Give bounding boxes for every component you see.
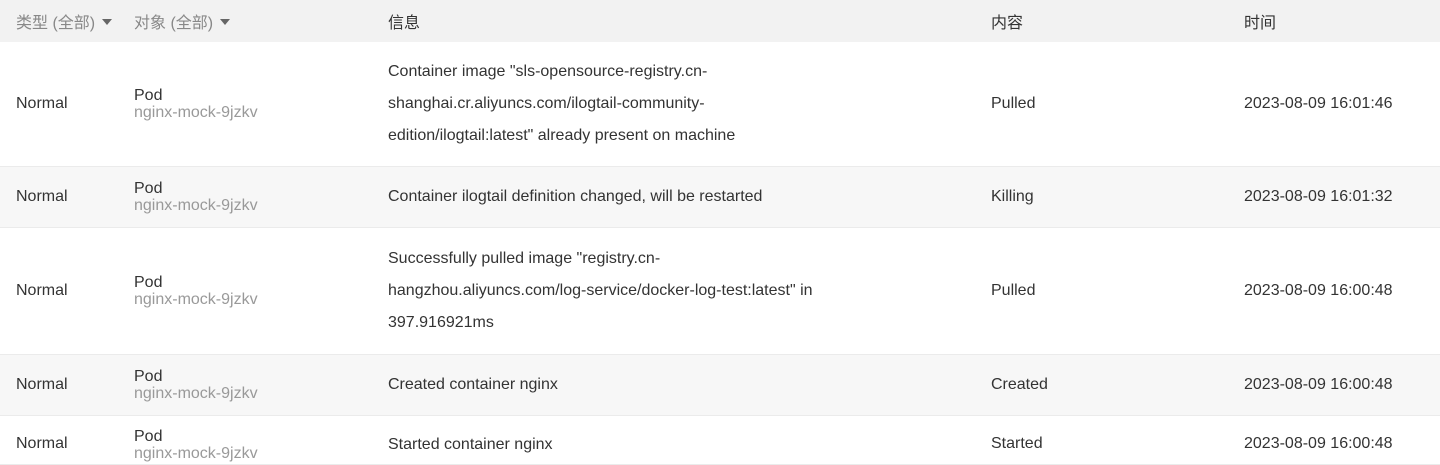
info-header: 信息 — [386, 9, 975, 33]
table-header: 类型 (全部) 对象 (全部) 信息 内容 时间 — [0, 0, 1440, 42]
event-type: Normal — [16, 435, 68, 452]
table-row: Normal Pod nginx-mock-9jzkv Created cont… — [0, 355, 1440, 416]
event-type: Normal — [16, 95, 68, 112]
event-object: Pod nginx-mock-9jzkv — [134, 87, 386, 121]
info-line: Created container nginx — [388, 376, 558, 393]
event-object: Pod nginx-mock-9jzkv — [134, 368, 386, 402]
type-filter-header[interactable]: 类型 (全部) — [0, 9, 134, 33]
event-info: Container ilogtail definition changed, w… — [386, 181, 975, 213]
event-time: 2023-08-09 16:00:48 — [1244, 435, 1393, 452]
event-info: Started container nginx — [386, 428, 975, 455]
event-info: Container image "sls-opensource-registry… — [386, 56, 975, 152]
event-content: Killing — [991, 188, 1034, 205]
event-type: Normal — [16, 188, 68, 205]
table-row: Normal Pod nginx-mock-9jzkv Container im… — [0, 42, 1440, 167]
table-row: Normal Pod nginx-mock-9jzkv Successfully… — [0, 228, 1440, 355]
info-line: hangzhou.aliyuncs.com/log-service/docker… — [388, 282, 813, 299]
event-time: 2023-08-09 16:00:48 — [1244, 282, 1393, 299]
content-header-label: 内容 — [991, 15, 1024, 32]
event-content: Pulled — [991, 282, 1036, 299]
time-header-label: 时间 — [1244, 15, 1277, 32]
info-line: 397.916921ms — [388, 314, 494, 331]
object-header-label: 对象 (全部) — [134, 15, 214, 32]
object-kind: Pod — [134, 428, 163, 445]
info-line: shanghai.cr.aliyuncs.com/ilogtail-commun… — [388, 95, 705, 112]
object-kind: Pod — [134, 87, 163, 104]
event-object: Pod nginx-mock-9jzkv — [134, 180, 386, 214]
object-kind: Pod — [134, 274, 163, 291]
info-line: Container ilogtail definition changed, w… — [388, 188, 763, 205]
event-time: 2023-08-09 16:01:32 — [1244, 188, 1393, 205]
info-line: Container image "sls-opensource-registry… — [388, 63, 708, 80]
events-table: 类型 (全部) 对象 (全部) 信息 内容 时间 Normal Pod ngin… — [0, 0, 1440, 465]
table-row: Normal Pod nginx-mock-9jzkv Started cont… — [0, 416, 1440, 465]
object-name: nginx-mock-9jzkv — [134, 197, 258, 214]
object-filter-header[interactable]: 对象 (全部) — [134, 9, 386, 33]
table-row: Normal Pod nginx-mock-9jzkv Container il… — [0, 167, 1440, 228]
caret-down-icon — [102, 19, 113, 25]
event-content: Created — [991, 376, 1048, 393]
caret-down-icon — [220, 19, 231, 25]
info-line: Started container nginx — [388, 436, 553, 453]
event-info: Successfully pulled image "registry.cn- … — [386, 243, 975, 339]
type-header-label: 类型 (全部) — [16, 15, 96, 32]
object-name: nginx-mock-9jzkv — [134, 104, 258, 121]
object-name: nginx-mock-9jzkv — [134, 445, 258, 462]
time-header: 时间 — [1228, 9, 1440, 33]
info-line: edition/ilogtail:latest" already present… — [388, 127, 736, 144]
event-object: Pod nginx-mock-9jzkv — [134, 274, 386, 308]
event-time: 2023-08-09 16:00:48 — [1244, 376, 1393, 393]
info-header-label: 信息 — [388, 15, 421, 32]
object-kind: Pod — [134, 368, 163, 385]
object-name: nginx-mock-9jzkv — [134, 291, 258, 308]
event-type: Normal — [16, 282, 68, 299]
event-info: Created container nginx — [386, 369, 975, 401]
event-content: Pulled — [991, 95, 1036, 112]
event-type: Normal — [16, 376, 68, 393]
info-line: Successfully pulled image "registry.cn- — [388, 250, 661, 267]
content-header: 内容 — [975, 9, 1228, 33]
event-time: 2023-08-09 16:01:46 — [1244, 95, 1393, 112]
event-object: Pod nginx-mock-9jzkv — [134, 428, 386, 462]
event-content: Started — [991, 435, 1043, 452]
object-name: nginx-mock-9jzkv — [134, 385, 258, 402]
object-kind: Pod — [134, 180, 163, 197]
